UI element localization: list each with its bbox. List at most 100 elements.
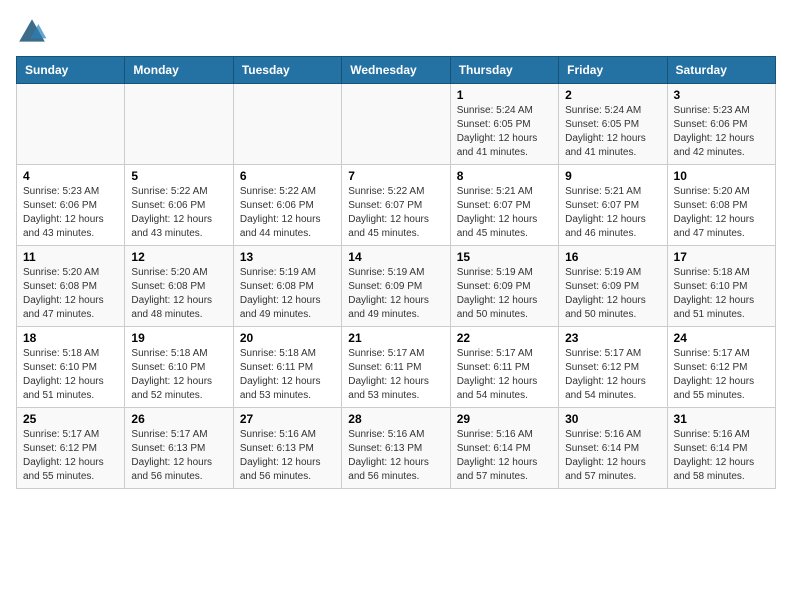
day-info: Sunrise: 5:18 AM Sunset: 6:10 PM Dayligh…: [131, 347, 226, 403]
day-info: Sunrise: 5:19 AM Sunset: 6:08 PM Dayligh…: [240, 266, 335, 322]
day-number: 3: [674, 88, 769, 102]
calendar-cell: 5Sunrise: 5:22 AM Sunset: 6:06 PM Daylig…: [125, 165, 233, 246]
day-number: 21: [348, 331, 443, 345]
day-info: Sunrise: 5:24 AM Sunset: 6:05 PM Dayligh…: [565, 104, 660, 160]
day-info: Sunrise: 5:16 AM Sunset: 6:14 PM Dayligh…: [674, 428, 769, 484]
day-number: 22: [457, 331, 552, 345]
day-number: 5: [131, 169, 226, 183]
day-info: Sunrise: 5:20 AM Sunset: 6:08 PM Dayligh…: [131, 266, 226, 322]
day-info: Sunrise: 5:18 AM Sunset: 6:10 PM Dayligh…: [674, 266, 769, 322]
weekday-header-wednesday: Wednesday: [342, 57, 450, 84]
day-number: 8: [457, 169, 552, 183]
day-info: Sunrise: 5:19 AM Sunset: 6:09 PM Dayligh…: [565, 266, 660, 322]
day-info: Sunrise: 5:23 AM Sunset: 6:06 PM Dayligh…: [674, 104, 769, 160]
calendar-cell: 21 Sunrise: 5:17 AM Sunset: 6:11 PM Dayli…: [342, 327, 450, 408]
day-info: Sunrise: 5:17 AM Sunset: 6:11 PM Dayligh…: [457, 347, 552, 403]
day-number: 29: [457, 412, 552, 426]
calendar-cell: 26 Sunrise: 5:17 AM Sunset: 6:13 PM Dayli…: [125, 408, 233, 489]
calendar-cell: 12 Sunrise: 5:20 AM Sunset: 6:08 PM Dayli…: [125, 246, 233, 327]
day-number: 12: [131, 250, 226, 264]
calendar-cell: 22 Sunrise: 5:17 AM Sunset: 6:11 PM Dayli…: [450, 327, 558, 408]
calendar-cell: 1 Sunrise: 5:24 AM Sunset: 6:05 PM Daylig…: [450, 84, 558, 165]
day-number: 14: [348, 250, 443, 264]
day-number: 25: [23, 412, 118, 426]
calendar-body: 1 Sunrise: 5:24 AM Sunset: 6:05 PM Daylig…: [17, 84, 776, 489]
calendar-week-row: 1 Sunrise: 5:24 AM Sunset: 6:05 PM Daylig…: [17, 84, 776, 165]
calendar-cell: 8 Sunrise: 5:21 AM Sunset: 6:07 PM Daylig…: [450, 165, 558, 246]
calendar-cell: 7 Sunrise: 5:22 AM Sunset: 6:07 PM Daylig…: [342, 165, 450, 246]
day-info: Sunrise: 5:22 AM Sunset: 6:06 PM Dayligh…: [240, 185, 335, 241]
day-number: 26: [131, 412, 226, 426]
calendar-cell: 11 Sunrise: 5:20 AM Sunset: 6:08 PM Dayli…: [17, 246, 125, 327]
calendar-cell: [125, 84, 233, 165]
day-info: Sunrise: 5:20 AM Sunset: 6:08 PM Dayligh…: [674, 185, 769, 241]
calendar-cell: [233, 84, 341, 165]
calendar-cell: [342, 84, 450, 165]
calendar-cell: 13 Sunrise: 5:19 AM Sunset: 6:08 PM Dayli…: [233, 246, 341, 327]
day-number: 16: [565, 250, 660, 264]
weekday-header-tuesday: Tuesday: [233, 57, 341, 84]
day-number: 4: [23, 169, 118, 183]
calendar-cell: 9 Sunrise: 5:21 AM Sunset: 6:07 PM Daylig…: [559, 165, 667, 246]
weekday-header-row: SundayMondayTuesdayWednesdayThursdayFrid…: [17, 57, 776, 84]
weekday-header-sunday: Sunday: [17, 57, 125, 84]
calendar-cell: 24 Sunrise: 5:17 AM Sunset: 6:12 PM Dayli…: [667, 327, 775, 408]
day-info: Sunrise: 5:17 AM Sunset: 6:11 PM Dayligh…: [348, 347, 443, 403]
calendar-cell: 29 Sunrise: 5:16 AM Sunset: 6:14 PM Dayli…: [450, 408, 558, 489]
calendar-table: SundayMondayTuesdayWednesdayThursdayFrid…: [16, 56, 776, 489]
calendar-cell: 28 Sunrise: 5:16 AM Sunset: 6:13 PM Dayli…: [342, 408, 450, 489]
day-number: 28: [348, 412, 443, 426]
day-info: Sunrise: 5:17 AM Sunset: 6:12 PM Dayligh…: [565, 347, 660, 403]
calendar-cell: 23Sunrise: 5:17 AM Sunset: 6:12 PM Dayli…: [559, 327, 667, 408]
day-number: 10: [674, 169, 769, 183]
day-info: Sunrise: 5:21 AM Sunset: 6:07 PM Dayligh…: [565, 185, 660, 241]
calendar-cell: 30 Sunrise: 5:16 AM Sunset: 6:14 PM Dayli…: [559, 408, 667, 489]
calendar-week-row: 11 Sunrise: 5:20 AM Sunset: 6:08 PM Dayli…: [17, 246, 776, 327]
day-number: 18: [23, 331, 118, 345]
day-info: Sunrise: 5:17 AM Sunset: 6:12 PM Dayligh…: [23, 428, 118, 484]
calendar-week-row: 4 Sunrise: 5:23 AM Sunset: 6:06 PM Daylig…: [17, 165, 776, 246]
calendar-cell: 17 Sunrise: 5:18 AM Sunset: 6:10 PM Dayli…: [667, 246, 775, 327]
day-info: Sunrise: 5:24 AM Sunset: 6:05 PM Dayligh…: [457, 104, 552, 160]
day-number: 1: [457, 88, 552, 102]
calendar-cell: 10 Sunrise: 5:20 AM Sunset: 6:08 PM Dayli…: [667, 165, 775, 246]
calendar-header: SundayMondayTuesdayWednesdayThursdayFrid…: [17, 57, 776, 84]
calendar-cell: 2 Sunrise: 5:24 AM Sunset: 6:05 PM Daylig…: [559, 84, 667, 165]
calendar-cell: 14Sunrise: 5:19 AM Sunset: 6:09 PM Dayli…: [342, 246, 450, 327]
day-info: Sunrise: 5:16 AM Sunset: 6:13 PM Dayligh…: [240, 428, 335, 484]
day-info: Sunrise: 5:16 AM Sunset: 6:14 PM Dayligh…: [457, 428, 552, 484]
day-info: Sunrise: 5:17 AM Sunset: 6:13 PM Dayligh…: [131, 428, 226, 484]
calendar-cell: 15Sunrise: 5:19 AM Sunset: 6:09 PM Dayli…: [450, 246, 558, 327]
day-number: 24: [674, 331, 769, 345]
day-info: Sunrise: 5:21 AM Sunset: 6:07 PM Dayligh…: [457, 185, 552, 241]
weekday-header-thursday: Thursday: [450, 57, 558, 84]
calendar-cell: 19 Sunrise: 5:18 AM Sunset: 6:10 PM Dayli…: [125, 327, 233, 408]
day-info: Sunrise: 5:17 AM Sunset: 6:12 PM Dayligh…: [674, 347, 769, 403]
calendar-cell: 20Sunrise: 5:18 AM Sunset: 6:11 PM Dayli…: [233, 327, 341, 408]
day-number: 7: [348, 169, 443, 183]
calendar-cell: 25 Sunrise: 5:17 AM Sunset: 6:12 PM Dayli…: [17, 408, 125, 489]
calendar-week-row: 25 Sunrise: 5:17 AM Sunset: 6:12 PM Dayli…: [17, 408, 776, 489]
day-number: 19: [131, 331, 226, 345]
day-number: 15: [457, 250, 552, 264]
day-info: Sunrise: 5:16 AM Sunset: 6:14 PM Dayligh…: [565, 428, 660, 484]
weekday-header-monday: Monday: [125, 57, 233, 84]
day-number: 2: [565, 88, 660, 102]
page-header: [16, 16, 776, 48]
day-number: 9: [565, 169, 660, 183]
calendar-cell: 16 Sunrise: 5:19 AM Sunset: 6:09 PM Dayli…: [559, 246, 667, 327]
calendar-cell: [17, 84, 125, 165]
day-number: 6: [240, 169, 335, 183]
day-info: Sunrise: 5:16 AM Sunset: 6:13 PM Dayligh…: [348, 428, 443, 484]
day-number: 30: [565, 412, 660, 426]
day-number: 13: [240, 250, 335, 264]
calendar-cell: 3 Sunrise: 5:23 AM Sunset: 6:06 PM Daylig…: [667, 84, 775, 165]
day-info: Sunrise: 5:20 AM Sunset: 6:08 PM Dayligh…: [23, 266, 118, 322]
calendar-cell: 18 Sunrise: 5:18 AM Sunset: 6:10 PM Dayli…: [17, 327, 125, 408]
day-info: Sunrise: 5:22 AM Sunset: 6:07 PM Dayligh…: [348, 185, 443, 241]
day-number: 11: [23, 250, 118, 264]
day-number: 17: [674, 250, 769, 264]
day-info: Sunrise: 5:18 AM Sunset: 6:10 PM Dayligh…: [23, 347, 118, 403]
day-info: Sunrise: 5:23 AM Sunset: 6:06 PM Dayligh…: [23, 185, 118, 241]
calendar-cell: 4 Sunrise: 5:23 AM Sunset: 6:06 PM Daylig…: [17, 165, 125, 246]
